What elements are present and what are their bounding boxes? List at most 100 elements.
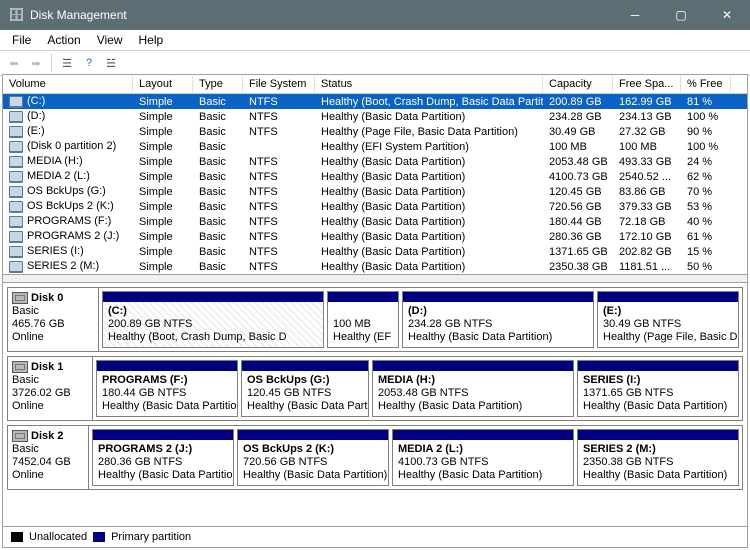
partition-stripe [598,292,738,302]
partition[interactable]: OS BckUps 2 (K:)720.56 GB NTFSHealthy (B… [237,429,389,486]
maximize-button[interactable]: ▢ [658,0,704,30]
cell: 1181.51 ... [613,261,681,273]
partition-stripe [578,430,738,440]
titlebar: 🗄 Disk Management ─ ▢ ✕ [0,0,750,30]
menu-file[interactable]: File [4,31,39,49]
legend-primary-swatch [93,532,105,542]
cell: Simple [133,216,193,228]
volume-row[interactable]: MEDIA 2 (L:)SimpleBasicNTFSHealthy (Basi… [3,169,747,184]
partition[interactable]: PROGRAMS 2 (J:)280.36 GB NTFSHealthy (Ba… [92,429,234,486]
disk[interactable]: Disk 0Basic465.76 GBOnline(C:)200.89 GB … [7,287,743,352]
toolbar: ⬅ ➡ ☰ ? ☱ [0,51,750,76]
cell: Simple [133,171,193,183]
partition[interactable]: PROGRAMS (F:)180.44 GB NTFSHealthy (Basi… [96,360,238,417]
disk-icon [12,292,28,304]
disk-info: Disk 0Basic465.76 GBOnline [8,288,99,351]
cell: Healthy (Boot, Crash Dump, Basic Data Pa… [315,96,543,108]
cell: Basic [193,246,243,258]
disk-map[interactable]: Disk 0Basic465.76 GBOnline(C:)200.89 GB … [3,283,747,526]
cell: SERIES (I:) [3,245,133,257]
legend-primary: Primary partition [111,531,191,543]
partition[interactable]: OS BckUps (G:)120.45 GB NTFSHealthy (Bas… [241,360,369,417]
col-fs[interactable]: File System [243,76,315,92]
cell: 70 % [681,186,731,198]
menu-action[interactable]: Action [39,31,88,49]
volume-icon [9,201,23,213]
partition-stripe [373,361,573,371]
cell: Simple [133,231,193,243]
volume-row[interactable]: (E:)SimpleBasicNTFSHealthy (Page File, B… [3,124,747,139]
col-pct[interactable]: % Free [681,76,731,92]
volume-list[interactable]: (C:)SimpleBasicNTFSHealthy (Boot, Crash … [3,94,747,274]
cell: NTFS [243,111,315,123]
cell: Simple [133,141,193,153]
volume-row[interactable]: (C:)SimpleBasicNTFSHealthy (Boot, Crash … [3,94,747,109]
cell: NTFS [243,171,315,183]
col-volume[interactable]: Volume [3,76,133,92]
cell: Basic [193,111,243,123]
col-type[interactable]: Type [193,76,243,92]
col-status[interactable]: Status [315,76,543,92]
cell: 2053.48 GB [543,156,613,168]
col-layout[interactable]: Layout [133,76,193,92]
partition-stripe [238,430,388,440]
col-capacity[interactable]: Capacity [543,76,613,92]
volume-icon [9,261,23,273]
cell: 1371.65 GB [543,246,613,258]
menu-view[interactable]: View [89,31,131,49]
cell: 61 % [681,231,731,243]
volume-row[interactable]: MEDIA (H:)SimpleBasicNTFSHealthy (Basic … [3,154,747,169]
cell: (D:) [3,110,133,122]
partition[interactable]: (E:)30.49 GB NTFSHealthy (Page File, Bas… [597,291,739,348]
partition[interactable]: MEDIA 2 (L:)4100.73 GB NTFSHealthy (Basi… [392,429,574,486]
cell: Healthy (Page File, Basic Data Partition… [315,126,543,138]
disk-icon [12,361,28,373]
menu-help[interactable]: Help [131,31,172,49]
main-panel: Volume Layout Type File System Status Ca… [2,74,748,548]
minimize-button[interactable]: ─ [612,0,658,30]
cell: NTFS [243,186,315,198]
cell: Simple [133,156,193,168]
cell: NTFS [243,96,315,108]
cell: 72.18 GB [613,216,681,228]
volume-row[interactable]: (Disk 0 partition 2)SimpleBasicHealthy (… [3,139,747,154]
disk[interactable]: Disk 1Basic3726.02 GBOnlinePROGRAMS (F:)… [7,356,743,421]
volume-icon [9,186,23,198]
cell: Basic [193,231,243,243]
partition[interactable]: SERIES (I:)1371.65 GB NTFSHealthy (Basic… [577,360,739,417]
cell: Basic [193,171,243,183]
volume-row[interactable]: OS BckUps 2 (K:)SimpleBasicNTFSHealthy (… [3,199,747,214]
partition[interactable]: SERIES 2 (M:)2350.38 GB NTFSHealthy (Bas… [577,429,739,486]
partition[interactable]: (C:)200.89 GB NTFSHealthy (Boot, Crash D… [102,291,324,348]
cell: 27.32 GB [613,126,681,138]
cell: PROGRAMS 2 (J:) [3,230,133,242]
splitter[interactable] [3,274,747,283]
cell: Basic [193,156,243,168]
partition-stripe [393,430,573,440]
cell: MEDIA (H:) [3,155,133,167]
cell: Simple [133,126,193,138]
cell: 202.82 GB [613,246,681,258]
refresh-button[interactable]: ☱ [101,53,121,73]
volume-row[interactable]: (D:)SimpleBasicNTFSHealthy (Basic Data P… [3,109,747,124]
close-button[interactable]: ✕ [704,0,750,30]
views-button[interactable]: ☰ [57,53,77,73]
disk[interactable]: Disk 2Basic7452.04 GBOnlinePROGRAMS 2 (J… [7,425,743,490]
cell: Basic [193,201,243,213]
partition[interactable]: MEDIA (H:)2053.48 GB NTFSHealthy (Basic … [372,360,574,417]
disk-info: Disk 1Basic3726.02 GBOnline [8,357,93,420]
partition-stripe [242,361,368,371]
window-title: Disk Management [30,8,612,22]
volume-row[interactable]: SERIES 2 (M:)SimpleBasicNTFSHealthy (Bas… [3,259,747,274]
menubar: File Action View Help [0,30,750,51]
partition[interactable]: (D:)234.28 GB NTFSHealthy (Basic Data Pa… [402,291,594,348]
volume-row[interactable]: PROGRAMS (F:)SimpleBasicNTFSHealthy (Bas… [3,214,747,229]
volume-row[interactable]: OS BckUps (G:)SimpleBasicNTFSHealthy (Ba… [3,184,747,199]
col-free[interactable]: Free Spa... [613,76,681,92]
help-button[interactable]: ? [79,53,99,73]
volume-row[interactable]: PROGRAMS 2 (J:)SimpleBasicNTFSHealthy (B… [3,229,747,244]
disk-icon [12,430,28,442]
partition[interactable]: 100 MBHealthy (EF [327,291,399,348]
volume-row[interactable]: SERIES (I:)SimpleBasicNTFSHealthy (Basic… [3,244,747,259]
volume-icon [9,246,23,258]
